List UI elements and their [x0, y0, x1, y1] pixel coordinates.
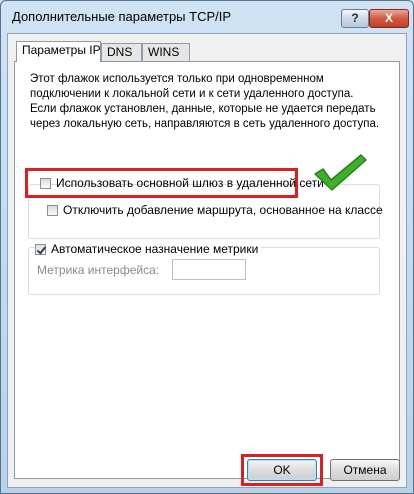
close-icon: X	[384, 11, 393, 25]
auto-metric-checkbox[interactable]: Автоматическое назначение метрики	[35, 242, 262, 256]
disable-class-route-check[interactable]	[47, 205, 58, 216]
tab-panel-ip-settings: Этот флажок используется только при одно…	[14, 61, 400, 479]
use-remote-gateway-checkbox[interactable]: Использовать основной шлюз в удаленной с…	[40, 176, 324, 190]
use-remote-gateway-label: Использовать основной шлюз в удаленной с…	[56, 176, 324, 190]
window-title: Дополнительные параметры TCP/IP	[12, 9, 232, 24]
green-checkmark-icon	[314, 154, 367, 191]
help-button[interactable]: ?	[341, 9, 369, 28]
ok-button[interactable]: OK	[247, 459, 317, 481]
tab-dns[interactable]: DNS	[101, 43, 142, 61]
close-button[interactable]: X	[369, 9, 409, 28]
description-text: Этот флажок используется только при одно…	[30, 73, 380, 130]
disable-class-route-label: Отключить добавление маршрута, основанно…	[63, 203, 383, 217]
cancel-button[interactable]: Отмена	[330, 459, 400, 481]
interface-metric-input[interactable]	[172, 259, 246, 280]
interface-metric-label: Метрика интерфейса:	[37, 263, 160, 277]
auto-metric-check[interactable]	[35, 244, 46, 255]
tab-wins[interactable]: WINS	[142, 43, 190, 61]
disable-class-route-checkbox[interactable]: Отключить добавление маршрута, основанно…	[47, 203, 383, 217]
auto-metric-label: Автоматическое назначение метрики	[51, 242, 259, 256]
title-bar[interactable]: Дополнительные параметры TCP/IP ? X	[1, 1, 413, 33]
dialog-window: Дополнительные параметры TCP/IP ? X Пара…	[0, 0, 414, 494]
tab-ip-settings[interactable]: Параметры IP	[16, 41, 101, 62]
dialog-client-area: Параметры IP DNS WINS Этот флажок исполь…	[7, 33, 407, 488]
use-remote-gateway-check[interactable]	[40, 178, 51, 189]
